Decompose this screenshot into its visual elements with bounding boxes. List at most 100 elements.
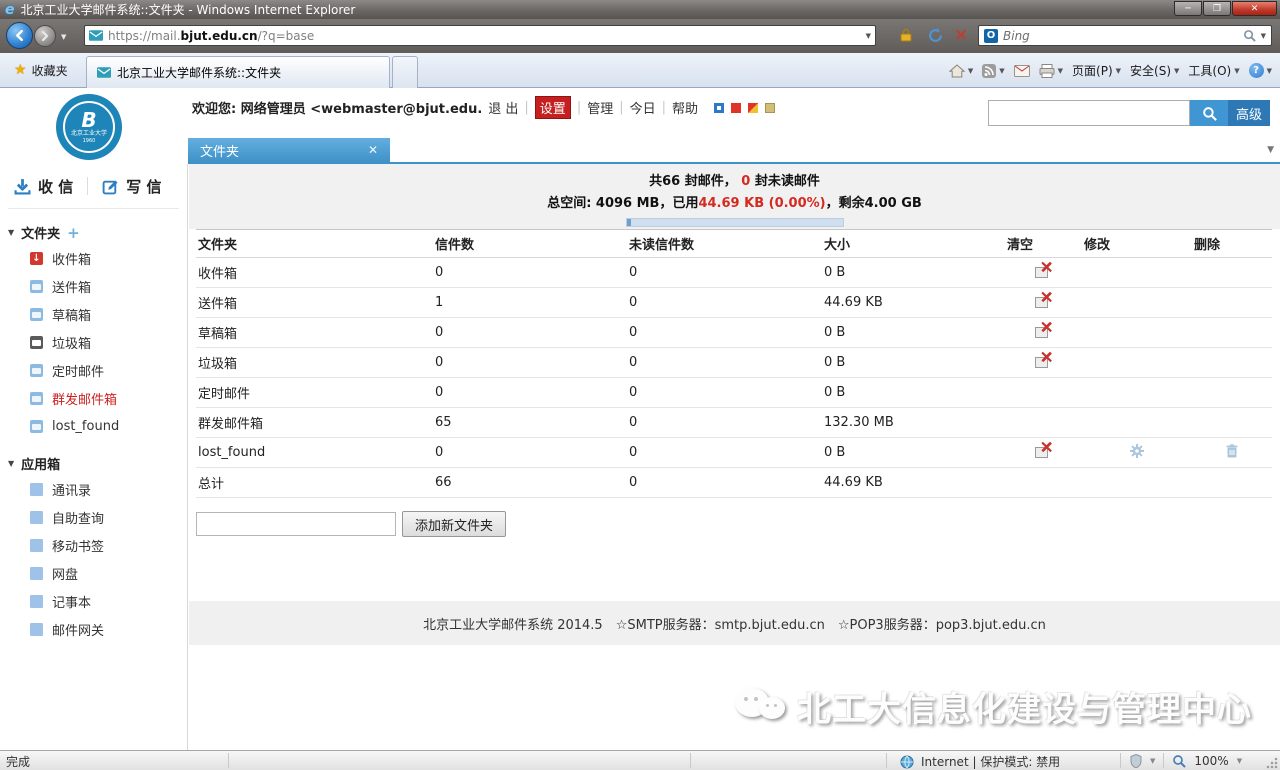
title-bar: e 北京工业大学邮件系统::文件夹 - Windows Internet Exp… — [0, 0, 1280, 19]
mailbox-stats: 共66 封邮件， 0 封未读邮件 总空间: 4096 MB，已用44.69 KB… — [189, 164, 1280, 229]
search-magnifier-icon[interactable] — [1243, 29, 1256, 42]
modify-gear-icon[interactable] — [1130, 444, 1144, 458]
compose-mail-button[interactable]: 写 信 — [88, 176, 175, 197]
quota-used-segment — [627, 219, 631, 226]
help-link[interactable]: 帮助 — [672, 98, 698, 117]
address-bar[interactable]: https://mail.bjut.edu.cn/?q=base ▼ — [84, 25, 876, 46]
home-button[interactable]: ▼ — [949, 64, 973, 78]
mail-search-button[interactable] — [1190, 100, 1228, 126]
security-lock-icon[interactable] — [900, 28, 912, 42]
tab-close-icon[interactable]: ✕ — [368, 143, 378, 157]
clear-folder-icon[interactable] — [1035, 293, 1053, 308]
back-arrow-icon — [14, 30, 25, 41]
folder-name[interactable]: 送件箱 — [196, 288, 433, 318]
content-tab-folders[interactable]: 文件夹 ✕ — [188, 138, 390, 162]
table-row-total: 总计 66 0 44.69 KB — [196, 468, 1272, 498]
table-row-lostfound: lost_found 0 0 0 B — [196, 438, 1272, 468]
help-button[interactable]: ?▼ — [1249, 63, 1272, 78]
history-dropdown-icon[interactable]: ▼ — [61, 33, 66, 41]
sidebar-item-trash[interactable]: 垃圾箱 — [0, 328, 187, 356]
zoom-magnifier-icon[interactable] — [1172, 754, 1186, 768]
folder-name[interactable]: 定时邮件 — [196, 378, 433, 408]
address-dropdown-icon[interactable]: ▼ — [866, 32, 871, 40]
resize-grip[interactable] — [1266, 757, 1278, 769]
settings-link[interactable]: 设置 — [535, 96, 571, 119]
logout-link[interactable]: 退 出 — [488, 98, 518, 117]
menu-safety[interactable]: 安全(S)▼ — [1130, 62, 1179, 79]
folder-name[interactable]: lost_found — [196, 438, 433, 468]
command-bar: ▼ ▼ ▼ 页面(P)▼ 安全(S)▼ 工具(O)▼ ?▼ — [949, 59, 1272, 82]
inbox-icon: ↓ — [30, 252, 43, 265]
favorites-button[interactable]: ★ 收藏夹 — [6, 58, 76, 82]
magnifier-icon — [1202, 106, 1217, 121]
sidebar-item-lostfound[interactable]: lost_found — [0, 412, 187, 440]
folder-name[interactable]: 群发邮件箱 — [196, 408, 433, 438]
clear-folder-icon[interactable] — [1035, 443, 1053, 458]
collapse-triangle-icon: ▼ — [8, 459, 14, 468]
skin-swatch-khaki[interactable] — [765, 103, 775, 113]
advanced-search-button[interactable]: 高级 — [1228, 100, 1270, 126]
privacy-shield-icon[interactable] — [1130, 754, 1142, 768]
folder-name[interactable]: 收件箱 — [196, 258, 433, 288]
home-icon — [949, 64, 965, 78]
minimize-button[interactable]: ─ — [1174, 1, 1202, 16]
sidebar-item-inbox[interactable]: ↓ 收件箱 — [0, 244, 187, 272]
folder-name[interactable]: 垃圾箱 — [196, 348, 433, 378]
refresh-icon[interactable] — [928, 28, 943, 43]
ie-icon: e — [5, 2, 15, 18]
clear-folder-icon[interactable] — [1035, 323, 1053, 338]
new-folder-name-input[interactable] — [196, 512, 396, 536]
zoom-dropdown-icon[interactable]: ▼ — [1237, 757, 1242, 765]
print-button[interactable]: ▼ — [1039, 64, 1063, 78]
mail-search: 高级 — [988, 100, 1270, 126]
sidebar-item-drafts[interactable]: 草稿箱 — [0, 300, 187, 328]
mail-search-input[interactable] — [988, 100, 1190, 126]
sidebar-item-contacts[interactable]: 通讯录 — [0, 475, 187, 503]
menu-tools[interactable]: 工具(O)▼ — [1188, 62, 1239, 79]
folder-name[interactable]: 草稿箱 — [196, 318, 433, 348]
forward-button[interactable] — [34, 25, 56, 47]
delete-trash-icon[interactable] — [1226, 444, 1238, 458]
skin-swatch-redyellow[interactable] — [748, 103, 758, 113]
sidebar-item-notes[interactable]: 记事本 — [0, 587, 187, 615]
read-mail-icon[interactable] — [1014, 65, 1030, 77]
clear-folder-icon[interactable] — [1035, 353, 1053, 368]
privacy-dropdown-icon[interactable]: ▼ — [1150, 757, 1155, 765]
sidebar-item-netdisk[interactable]: 网盘 — [0, 559, 187, 587]
sidebar-item-mailgateway[interactable]: 邮件网关 — [0, 615, 187, 643]
stop-icon[interactable]: × — [954, 27, 968, 44]
receive-mail-button[interactable]: 收 信 — [0, 176, 87, 197]
browser-search-input[interactable] — [1003, 29, 1238, 43]
sidebar-item-selfquery[interactable]: 自助查询 — [0, 503, 187, 531]
sidebar-item-bookmarks[interactable]: 移动书签 — [0, 531, 187, 559]
sidebar-item-sent[interactable]: 送件箱 — [0, 272, 187, 300]
browser-tab[interactable]: 北京工业大学邮件系统::文件夹 — [86, 56, 390, 88]
apps-section-header[interactable]: ▼ 应用箱 — [8, 454, 187, 473]
browser-search-box[interactable]: O ▼ — [978, 25, 1272, 46]
skin-swatches — [714, 103, 775, 113]
close-button[interactable]: ✕ — [1232, 1, 1277, 16]
skin-swatch-red[interactable] — [731, 103, 741, 113]
total-label: 总计 — [196, 468, 433, 498]
menu-page[interactable]: 页面(P)▼ — [1072, 62, 1121, 79]
add-folder-button[interactable]: 添加新文件夹 — [402, 511, 506, 537]
new-tab-button[interactable] — [392, 56, 418, 88]
folders-section-header[interactable]: ▼ 文件夹 + — [8, 223, 187, 242]
sidebar: 收 信 写 信 ▼ 文件夹 + ↓ 收件箱 送件箱 — [0, 164, 188, 750]
sidebar-item-scheduled[interactable]: 定时邮件 — [0, 356, 187, 384]
zoom-level[interactable]: 100% — [1194, 754, 1228, 768]
admin-link[interactable]: 管理 — [587, 98, 613, 117]
col-delete: 删除 — [1192, 230, 1272, 258]
sidebar-item-bulkmail[interactable]: 群发邮件箱 — [0, 384, 187, 412]
clear-folder-icon[interactable] — [1035, 263, 1053, 278]
skin-swatch-blue[interactable] — [714, 103, 724, 113]
feeds-button[interactable]: ▼ — [982, 64, 1004, 78]
rss-icon — [982, 64, 996, 78]
add-folder-icon[interactable]: + — [67, 224, 80, 242]
today-link[interactable]: 今日 — [630, 98, 656, 117]
search-options-dropdown-icon[interactable]: ▼ — [1261, 32, 1266, 40]
back-button[interactable] — [6, 22, 33, 49]
tab-list-dropdown-icon[interactable]: ▼ — [1267, 145, 1274, 155]
col-clear: 清空 — [1005, 230, 1082, 258]
restore-button[interactable]: ❐ — [1203, 1, 1231, 16]
